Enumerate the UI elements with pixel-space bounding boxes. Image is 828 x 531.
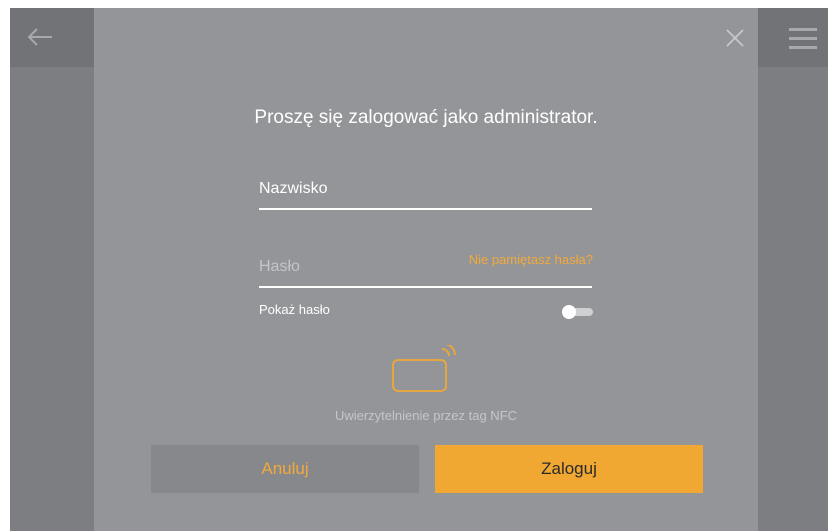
login-button[interactable]: Zaloguj	[435, 445, 703, 493]
name-field-container	[259, 180, 592, 210]
nfc-card-icon	[392, 345, 456, 392]
name-input[interactable]	[259, 180, 429, 198]
dialog-title: Proszę się zalogować jako administrator.	[254, 107, 598, 128]
menu-icon[interactable]	[789, 27, 817, 49]
forgot-password-link[interactable]: Nie pamiętasz hasła?	[437, 252, 593, 267]
password-input[interactable]	[259, 258, 429, 276]
toggle-knob	[562, 305, 576, 319]
cancel-button[interactable]: Anuluj	[151, 445, 419, 493]
show-password-toggle[interactable]	[562, 305, 593, 319]
nfc-auth-label: Uwierzytelnienie przez tag NFC	[334, 408, 518, 423]
close-icon[interactable]	[725, 28, 745, 48]
back-arrow-icon[interactable]	[27, 27, 53, 47]
show-password-label: Pokaż hasło	[259, 302, 330, 317]
